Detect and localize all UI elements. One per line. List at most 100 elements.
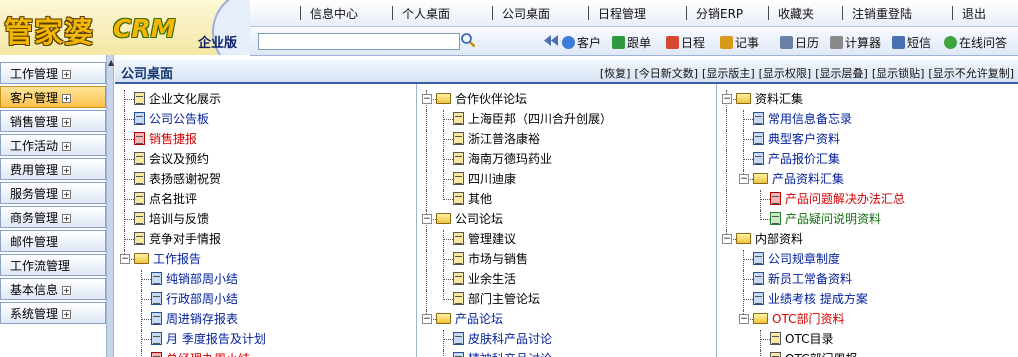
tree-item-label[interactable]: 部门主管论坛 <box>468 292 540 306</box>
action-link-3[interactable]: [显示权限] <box>759 67 812 80</box>
sidebar-splitter[interactable]: ▲ <box>106 55 114 357</box>
menu-item-6[interactable]: 商务管理 + <box>0 206 106 228</box>
tree-folder[interactable]: − 产品资料汇集 <box>739 170 844 188</box>
nav-item-3[interactable]: 日程管理 <box>598 5 646 22</box>
tree-item[interactable]: 海南万德玛药业 <box>453 150 552 168</box>
menu-item-10[interactable]: 系统管理 + <box>0 302 106 324</box>
tree-item-label[interactable]: 业绩考核 提成方案 <box>768 292 868 306</box>
expand-plus-icon[interactable]: + <box>62 190 72 199</box>
tree-item[interactable]: 业绩考核 提成方案 <box>753 290 868 308</box>
tree-item-label[interactable]: 竞争对手情报 <box>149 232 221 246</box>
tree-item[interactable]: 业余生活 <box>453 270 516 288</box>
toolbar-button-4[interactable]: 日历 <box>780 34 819 51</box>
tree-item-label[interactable]: 业余生活 <box>468 272 516 286</box>
tree-item[interactable]: 周进销存报表 <box>151 310 238 328</box>
tree-item-label[interactable]: 培训与反馈 <box>149 212 209 226</box>
expand-plus-icon[interactable]: + <box>62 142 72 151</box>
tree-item[interactable]: 会议及预约 <box>134 150 209 168</box>
toolbar-button-0[interactable]: 客户 <box>562 34 601 51</box>
tree-item[interactable]: 新员工常备资料 <box>753 270 852 288</box>
menu-item-5[interactable]: 服务管理 + <box>0 182 106 204</box>
tree-item-label[interactable]: 典型客户资料 <box>768 132 840 146</box>
tree-item[interactable]: 月 季度报告及计划 <box>151 330 266 348</box>
tree-item-label[interactable]: 产品疑问说明资料 <box>785 212 881 226</box>
collapse-arrow-icon[interactable]: ▲ <box>108 58 114 67</box>
expand-plus-icon[interactable]: + <box>62 286 72 295</box>
action-link-1[interactable]: [今日新文数] <box>634 67 698 80</box>
tree-item-label[interactable]: 合作伙伴论坛 <box>455 92 527 106</box>
tree-item-label[interactable]: 资料汇集 <box>755 92 803 106</box>
tree-item-label[interactable]: 表扬感谢祝贺 <box>149 172 221 186</box>
tree-item[interactable]: 行政部周小结 <box>151 290 238 308</box>
tree-folder[interactable]: − 资料汇集 <box>722 90 803 108</box>
toolbar-button-5[interactable]: 计算器 <box>830 34 881 51</box>
tree-item[interactable]: 典型客户资料 <box>753 130 840 148</box>
collapse-minus-icon[interactable]: − <box>722 234 732 244</box>
collapse-minus-icon[interactable]: − <box>422 214 432 224</box>
tree-item-label[interactable]: 企业文化展示 <box>149 92 221 106</box>
tree-item[interactable]: 市场与销售 <box>453 250 528 268</box>
expand-plus-icon[interactable]: + <box>62 214 72 223</box>
tree-item[interactable]: 管理建议 <box>453 230 516 248</box>
tree-item-label[interactable]: 月 季度报告及计划 <box>166 332 266 346</box>
action-link-2[interactable]: [显示版主] <box>702 67 755 80</box>
menu-item-3[interactable]: 工作活动 + <box>0 134 106 156</box>
tree-item[interactable]: 销售捷报 <box>134 130 197 148</box>
tree-item[interactable]: 培训与反馈 <box>134 210 209 228</box>
tree-item-label[interactable]: 产品资料汇集 <box>772 172 844 186</box>
tree-item[interactable]: 企业文化展示 <box>134 90 221 108</box>
menu-item-4[interactable]: 费用管理 + <box>0 158 106 180</box>
tree-item[interactable]: 精神科产品讨论 <box>453 350 552 357</box>
tree-item-label[interactable]: 管理建议 <box>468 232 516 246</box>
nav-item-5[interactable]: 收藏夹 <box>778 5 814 22</box>
collapse-minus-icon[interactable]: − <box>739 174 749 184</box>
tree-item-label[interactable]: 工作报告 <box>153 252 201 266</box>
tree-item-label[interactable]: 常用信息备忘录 <box>768 112 852 126</box>
toolbar-button-3[interactable]: 记事 <box>720 34 759 51</box>
tree-item-label[interactable]: 其他 <box>468 192 492 206</box>
tree-item[interactable]: 公司公告板 <box>134 110 209 128</box>
collapse-minus-icon[interactable]: − <box>422 314 432 324</box>
tree-folder[interactable]: − OTC部门资料 <box>739 310 844 328</box>
tree-item[interactable]: OTC目录 <box>770 330 833 348</box>
collapse-minus-icon[interactable]: − <box>739 314 749 324</box>
tree-item-label[interactable]: 精神科产品讨论 <box>468 352 552 357</box>
expand-plus-icon[interactable]: + <box>62 166 72 175</box>
tree-item[interactable]: 上海臣邦（四川合升创展） <box>453 110 612 128</box>
tree-item-label[interactable]: 四川迪康 <box>468 172 516 186</box>
tree-item[interactable]: 公司规章制度 <box>753 250 840 268</box>
search-icon[interactable] <box>460 32 476 48</box>
tree-folder[interactable]: − 工作报告 <box>120 250 201 268</box>
tree-item-label[interactable]: 海南万德玛药业 <box>468 152 552 166</box>
tree-item[interactable]: 产品问题解决办法汇总 <box>770 190 905 208</box>
tree-folder[interactable]: − 公司论坛 <box>422 210 503 228</box>
toolbar-button-6[interactable]: 短信 <box>892 34 931 51</box>
menu-item-2[interactable]: 销售管理 + <box>0 110 106 132</box>
tree-item-label[interactable]: 公司规章制度 <box>768 252 840 266</box>
tree-item[interactable]: 其他 <box>453 190 492 208</box>
tree-folder[interactable]: − 合作伙伴论坛 <box>422 90 527 108</box>
expand-plus-icon[interactable]: + <box>62 310 72 319</box>
tree-item-label[interactable]: OTC目录 <box>785 332 833 346</box>
menu-item-8[interactable]: 工作流管理 <box>0 254 106 276</box>
tree-item-label[interactable]: 内部资料 <box>755 232 803 246</box>
tree-folder[interactable]: − 产品论坛 <box>422 310 503 328</box>
tree-item-label[interactable]: 周进销存报表 <box>166 312 238 326</box>
nav-item-0[interactable]: 信息中心 <box>310 5 358 22</box>
tree-item[interactable]: 常用信息备忘录 <box>753 110 852 128</box>
menu-item-1[interactable]: 客户管理 + <box>0 86 106 108</box>
tree-item-label[interactable]: 皮肤科产品讨论 <box>468 332 552 346</box>
tree-item-label[interactable]: 总经理办周小结 <box>166 352 250 357</box>
tree-item-label[interactable]: 市场与销售 <box>468 252 528 266</box>
tree-item[interactable]: 总经理办周小结 <box>151 350 250 357</box>
collapse-minus-icon[interactable]: − <box>722 94 732 104</box>
tree-item-label[interactable]: 会议及预约 <box>149 152 209 166</box>
menu-item-0[interactable]: 工作管理 + <box>0 62 106 84</box>
tree-item-label[interactable]: 行政部周小结 <box>166 292 238 306</box>
toolbar-button-7[interactable]: 在线问答 <box>944 34 1007 51</box>
search-input[interactable] <box>258 33 460 50</box>
collapse-minus-icon[interactable]: − <box>422 94 432 104</box>
collapse-minus-icon[interactable]: − <box>120 254 130 264</box>
tree-item-label[interactable]: 公司论坛 <box>455 212 503 226</box>
tree-item[interactable]: 产品疑问说明资料 <box>770 210 881 228</box>
